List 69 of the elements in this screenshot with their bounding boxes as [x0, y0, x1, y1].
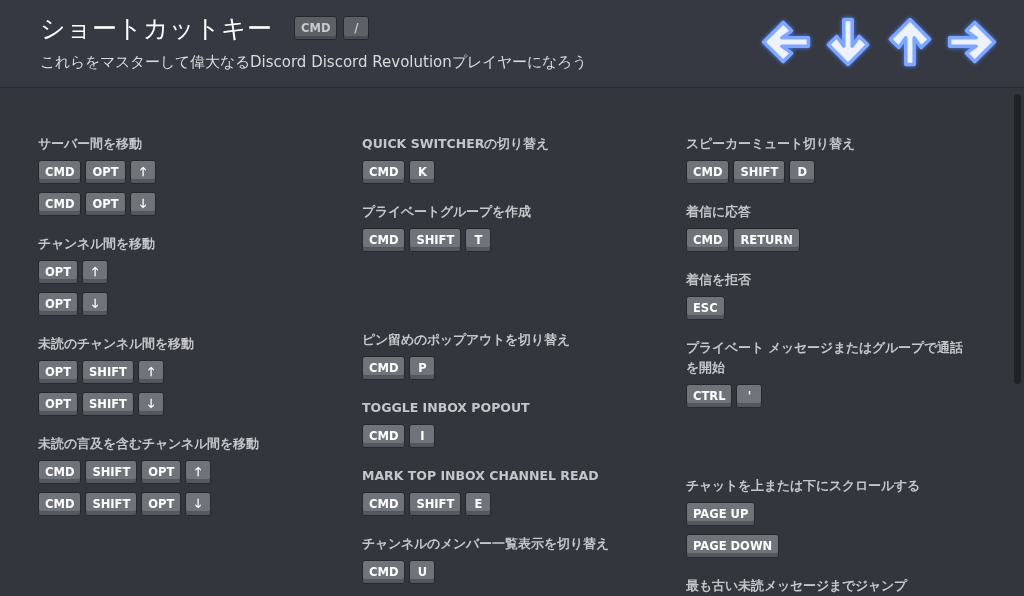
- key-cap: SHIFT: [409, 492, 462, 516]
- key-cap: SHIFT: [82, 360, 134, 384]
- key-cap: CMD: [38, 192, 82, 216]
- shortcut-label: チャンネル間を移動: [38, 235, 156, 253]
- key-cap: D: [789, 160, 816, 184]
- key-cap: U: [409, 560, 436, 584]
- key-cap: I: [409, 424, 436, 448]
- page-subtitle: これらをマスターして偉大なるDiscord Discord Revolutionプレイヤーになろう: [40, 52, 587, 72]
- key-cap: OPT: [141, 460, 182, 484]
- key-cap: CMD: [38, 492, 82, 516]
- shortcut-label: チャンネルのメンバー一覧表示を切り替え: [362, 535, 610, 553]
- key-cap: /: [343, 16, 370, 40]
- shortcut-label: 未読のチャンネル間を移動: [38, 335, 195, 353]
- key-cap: 🡑: [137, 360, 164, 384]
- key-cap: OPT: [85, 160, 126, 184]
- key-cap: OPT: [38, 292, 79, 316]
- shortcut-label: 着信を拒否: [686, 271, 752, 289]
- key-cap: CMD: [38, 160, 82, 184]
- shortcut-label: サーバー間を移動: [38, 135, 143, 153]
- shortcut-label: 着信に応答: [686, 203, 752, 221]
- shortcut-label: TOGGLE INBOX POPOUT: [362, 399, 531, 417]
- key-cap: T: [465, 228, 492, 252]
- key-cap: K: [409, 160, 436, 184]
- key-cap: SHIFT: [85, 492, 138, 516]
- key-cap: 🡓: [137, 392, 164, 416]
- shortcut-label: プライベート メッセージまたはグループで通話を開始: [686, 339, 965, 377]
- shortcut-label: 最も古い未読メッセージまでジャンプ: [686, 577, 909, 595]
- shortcut-label: 未読の言及を含むチャンネル間を移動: [38, 435, 260, 453]
- key-cap: RETURN: [733, 228, 800, 252]
- key-cap: SHIFT: [85, 460, 138, 484]
- shortcut-label: チャットを上または下にスクロールする: [686, 477, 921, 495]
- key-cap: CMD: [362, 160, 406, 184]
- key-cap: CMD: [362, 492, 406, 516]
- key-cap: ESC: [686, 296, 725, 320]
- key-cap: 🡑: [185, 460, 212, 484]
- key-cap: OPT: [38, 360, 79, 384]
- key-cap: OPT: [141, 492, 182, 516]
- shortcut-label: ピン留めのポップアウトを切り替え: [362, 331, 571, 349]
- key-cap: OPT: [38, 260, 79, 284]
- scrollbar-thumb[interactable]: [1014, 94, 1021, 384]
- key-cap: P: [409, 356, 436, 380]
- key-cap: CMD: [362, 356, 406, 380]
- shortcut-label: QUICK SWITCHERの切り替え: [362, 135, 551, 153]
- shortcut-label: MARK TOP INBOX CHANNEL READ: [362, 467, 600, 485]
- key-cap: SHIFT: [733, 160, 786, 184]
- key-cap: 🡑: [129, 160, 156, 184]
- key-cap: CMD: [38, 460, 82, 484]
- key-cap: CMD: [686, 160, 730, 184]
- key-cap: E: [465, 492, 492, 516]
- key-cap: PAGE DOWN: [686, 534, 780, 558]
- key-cap: SHIFT: [409, 228, 462, 252]
- key-cap: CMD: [362, 560, 406, 584]
- key-cap: 🡓: [82, 292, 109, 316]
- shortcut-label: スピーカーミュート切り替え: [686, 135, 856, 153]
- key-cap: OPT: [38, 392, 79, 416]
- key-cap: SHIFT: [82, 392, 134, 416]
- key-cap: PAGE UP: [686, 502, 756, 526]
- key-cap: 🡓: [129, 192, 156, 216]
- key-cap: CTRL: [686, 384, 733, 408]
- key-cap: CMD: [294, 16, 338, 40]
- key-cap: CMD: [362, 228, 406, 252]
- key-cap: ': [736, 384, 763, 408]
- page-title: ショートカットキー: [40, 12, 272, 45]
- key-cap: OPT: [85, 192, 126, 216]
- shortcut-label: プライベートグループを作成: [362, 203, 532, 221]
- key-cap: CMD: [362, 424, 406, 448]
- key-cap: 🡓: [185, 492, 212, 516]
- key-cap: CMD: [686, 228, 730, 252]
- key-cap: 🡑: [82, 260, 109, 284]
